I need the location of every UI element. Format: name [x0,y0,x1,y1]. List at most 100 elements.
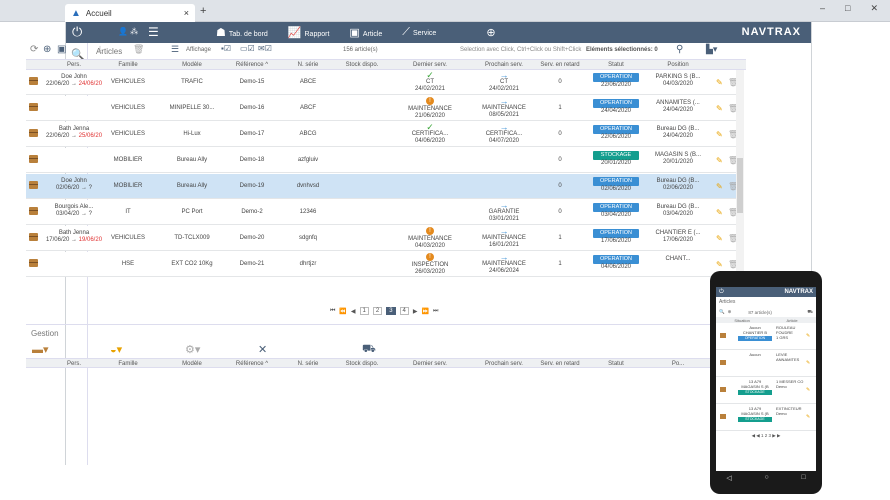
col-header-2[interactable]: Modèle [165,62,220,68]
page-button[interactable]: 4 [399,307,409,315]
pencil-icon[interactable]: ✎ [806,387,810,393]
table-row[interactable]: Bath Jenna 22/06/20 → 25/06/20 VEHICULES Hi… [26,122,738,147]
col-header-2[interactable]: Modèle [165,361,220,367]
pencil-icon[interactable]: ✎ [716,104,723,113]
phone-row[interactable]: Aucun CHANTIER B OPERATION ROULEAU FOUDRE 1 … [716,323,816,350]
pager-first-icon[interactable]: ⏮ [330,308,335,315]
browser-tab[interactable]: ▲ Accueil × [65,4,195,22]
pager-next-icon[interactable]: ▶ [413,308,418,315]
add-article-icon[interactable]: ⊕ [43,44,51,55]
save-icon[interactable]: ▪☑ [221,44,231,53]
col-header-6[interactable]: Dernier serv. [405,361,455,367]
export-icon[interactable]: ▙▾ [706,44,717,55]
phone-row[interactable]: 13 A79 MAGASIN S (B STOCKAGE EXTINCTEUR Demo… [716,404,816,431]
phone-add-icon[interactable]: ⊕ [728,309,732,315]
col-header-5[interactable]: Stock dispo. [340,62,385,68]
col-header-4[interactable]: N. série [288,361,328,367]
add-icon[interactable]: ⊕ [486,26,495,39]
close-window-button[interactable]: ✕ [870,3,878,14]
pencil-icon[interactable]: ✎ [716,182,723,191]
col-header-3[interactable]: Référence ^ [232,361,272,367]
col-header-10[interactable]: Po... [653,361,703,367]
image-icon[interactable]: ▭☑ [240,44,255,53]
refresh-icon[interactable]: ⟳ [30,44,38,55]
phone-cart-icon[interactable]: ⛟ [807,309,813,316]
maximize-button[interactable]: □ [845,3,850,14]
col-header-9[interactable]: Statut [591,361,641,367]
trash-icon[interactable]: 🗑 [133,44,144,55]
phone-search-icon[interactable]: 🔍 [719,309,725,315]
table-row[interactable]: Doe John 02/06/20 → ? MOBILIER Bureau Ally D… [26,174,738,199]
phone-recent-icon[interactable]: □ [801,474,805,482]
col-header-8[interactable]: Serv. en retard [538,361,583,367]
phone-row[interactable]: Aucun LEVIE ANNAMITES ✎ [716,350,816,377]
list-icon[interactable]: ☰ [171,44,179,55]
users-icon[interactable]: 👤 ⁂ [118,27,138,36]
table-row[interactable]: Bourgois Ale... 03/04/20 → ? IT PC Port Demo… [26,200,738,225]
col-header-3[interactable]: Référence ^ [232,62,272,68]
pencil-icon[interactable]: ✎ [806,333,810,339]
table-row[interactable]: Doe John 22/06/20 → 24/06/20 VEHICULES TRAF… [26,70,738,95]
table-row[interactable]: MOBILIER Bureau Ally Demo-18 azfgluiv 0 STOCK… [26,148,738,173]
new-tab-button[interactable]: + [200,5,206,17]
col-header-4[interactable]: N. série [288,62,328,68]
col-header-1[interactable]: Famille [108,361,148,367]
box-icon[interactable]: ▣ [57,44,66,55]
col-header-7[interactable]: Prochain serv. [479,62,529,68]
location-icon[interactable]: ⚲ [676,44,683,55]
close-icon[interactable]: ✕ [258,343,267,356]
minimize-button[interactable]: – [820,3,825,14]
arrow-right-icon: → [499,200,509,210]
col-header-10[interactable]: Position [653,62,703,68]
page-button[interactable]: 3 [386,307,396,315]
pager-next2-icon[interactable]: ⏩ [422,308,429,315]
pencil-icon[interactable]: ✎ [716,234,723,243]
nav-rapport[interactable]: 📈 Rapport [288,26,330,39]
page-button[interactable]: 2 [372,307,383,315]
pager-last-icon[interactable]: ⏭ [433,308,438,315]
table-row[interactable]: HSE EXT CO2 10Kg Demo-21 dhrtjzr! INSPECTION… [26,252,738,277]
col-header-8[interactable]: Serv. en retard [538,62,583,68]
pencil-icon[interactable]: ✎ [716,130,723,139]
phone-pager[interactable]: ◀ ◀ 1 2 3 ▶ ▶ [716,431,816,439]
gear-dropdown-icon[interactable]: ⚙▾ [185,343,200,356]
pencil-icon[interactable]: ✎ [806,360,810,366]
phone-power-icon[interactable]: ⏻ [719,289,724,296]
power-icon[interactable]: ⏻ [72,24,82,40]
pager-prev-icon[interactable]: ◀ [351,308,356,315]
phone-row[interactable]: 13 A79 MAGASIN S (B STOCKAGE 1 MESSER CO Dem… [716,377,816,404]
page-button[interactable]: 1 [359,307,369,315]
col-header-5[interactable]: Stock dispo. [340,361,385,367]
col-header-9[interactable]: Statut [591,62,641,68]
last-serv-date: 04/06/2020 [414,138,446,144]
tab-close-button[interactable]: × [184,8,189,18]
table-scrollbar[interactable] [736,70,744,300]
pencil-icon[interactable]: ✎ [716,260,723,269]
cart-icon[interactable]: ⛟ [362,343,376,357]
pencil-icon[interactable]: ✎ [716,156,723,165]
pencil-icon[interactable]: ✎ [806,414,810,420]
col-header-0[interactable]: Pers. [39,62,109,68]
affichage-label[interactable]: Affichage [186,47,211,53]
col-header-0[interactable]: Pers. [39,361,109,367]
phone-home-icon[interactable]: ○ [764,474,768,482]
table-row[interactable]: Bath Jenna 17/06/20 → 19/06/20 VEHICULES TD… [26,226,738,251]
mail-icon[interactable]: ✉☑ [258,44,272,53]
phone-back-icon[interactable]: ◁ [726,474,731,482]
menu-icon[interactable]: ☰ [148,25,159,39]
col-header-1[interactable]: Famille [108,62,148,68]
table-row[interactable]: VEHICULES MINIPELLE 30... Demo-16 ABCF! MAIN… [26,96,738,121]
box-dropdown-icon[interactable]: ▬▾ [32,343,49,356]
pager-prev2-icon[interactable]: ⏪ [339,308,346,315]
cell-pers: Bath Jenna 22/06/20 → 25/06/20 [39,126,109,140]
nav-service[interactable]: ⟋ Service [402,26,436,39]
col-header-7[interactable]: Prochain serv. [479,361,529,367]
hat-dropdown-icon[interactable]: ◒▾ [110,343,122,356]
download-icon[interactable]: ⤓ [98,44,102,55]
pencil-icon[interactable]: ✎ [716,78,723,87]
pencil-icon[interactable]: ✎ [716,208,723,217]
nav-article[interactable]: ▣ Article [349,26,382,39]
col-header-6[interactable]: Dernier serv. [405,62,455,68]
nav-dashboard[interactable]: ☗ Tab. de bord [216,26,268,39]
scrollbar-thumb[interactable] [737,158,743,213]
